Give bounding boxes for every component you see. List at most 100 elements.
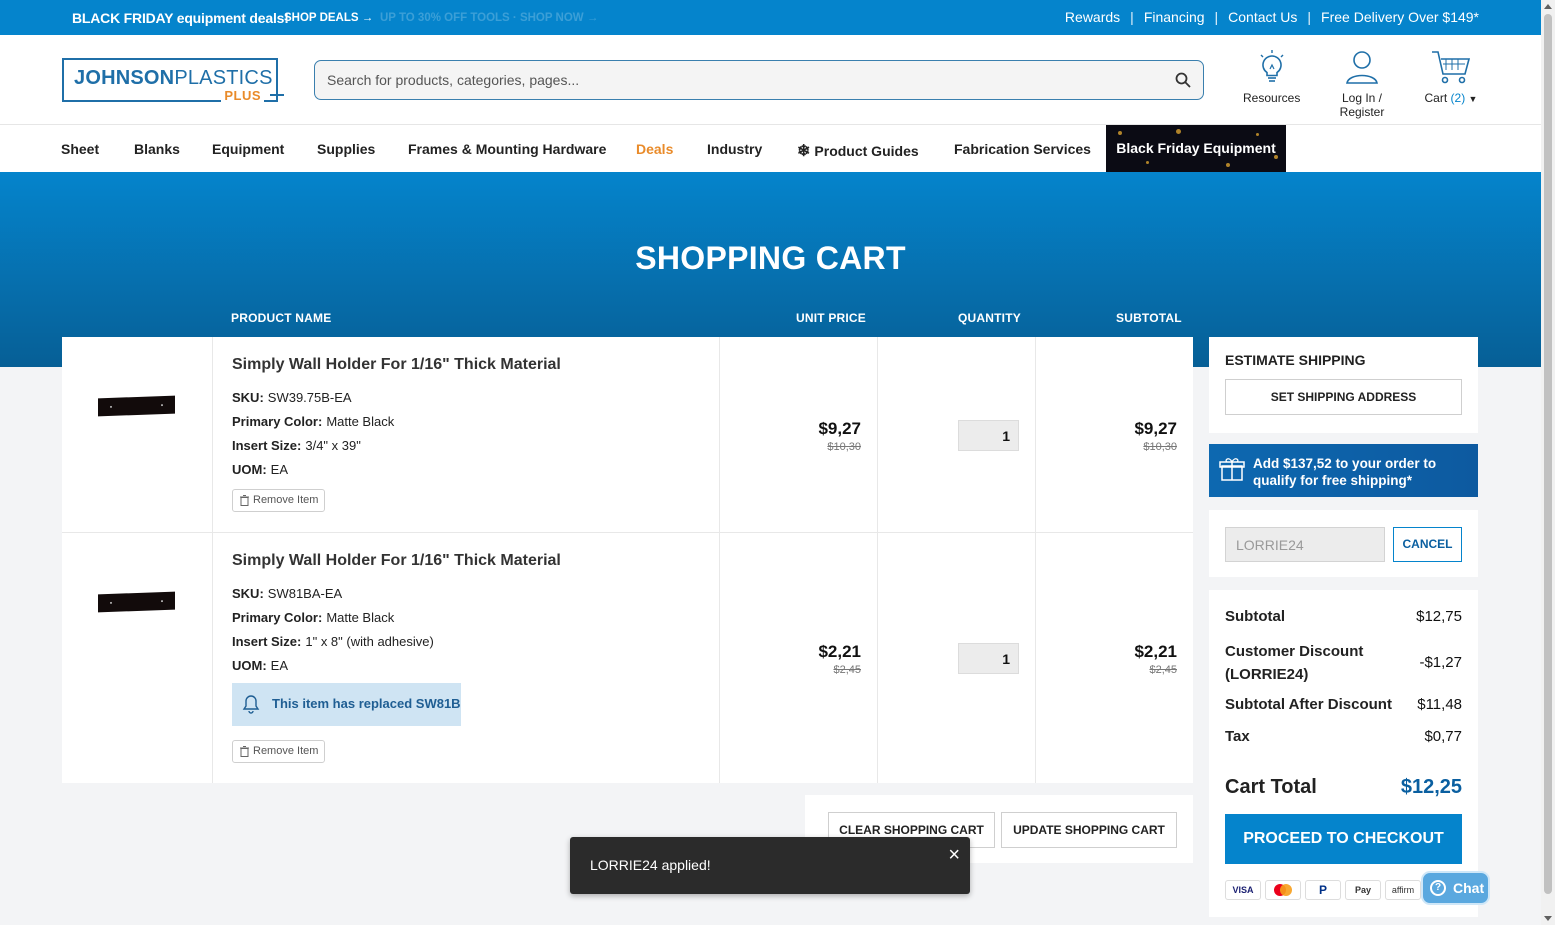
product-uom: UOM: EA: [232, 658, 289, 673]
rewards-link[interactable]: Rewards: [1065, 9, 1120, 25]
free-shipping-banner: Add $137,52 to your order to qualify for…: [1209, 444, 1478, 497]
nav-product-guides[interactable]: ❄ Product Guides: [797, 141, 919, 161]
cancel-coupon-button[interactable]: CANCEL: [1393, 527, 1462, 562]
row-subtotal: $2,21: [1134, 642, 1177, 661]
summary-after-discount: Subtotal After Discount $11,48: [1225, 696, 1462, 713]
estimate-shipping-panel: ESTIMATE SHIPPING SET SHIPPING ADDRESS: [1209, 337, 1478, 433]
scroll-down-icon[interactable]: [1544, 916, 1552, 921]
nav-supplies[interactable]: Supplies: [317, 141, 375, 157]
summary-discount: Customer Discount (LORRIE24) -$1,27: [1225, 643, 1462, 683]
user-icon: [1346, 51, 1378, 84]
promo-faded-text: UP TO 30% OFF TOOLS · SHOP NOW →: [380, 12, 599, 24]
chat-button[interactable]: ? Chat: [1421, 871, 1490, 905]
remove-item-button[interactable]: Remove Item: [232, 740, 325, 763]
financing-link[interactable]: Financing: [1144, 9, 1205, 25]
login-register-button[interactable]: Log In / Register: [1318, 49, 1406, 119]
logo-thin: PLASTICS: [174, 67, 273, 89]
estimate-shipping-title: ESTIMATE SHIPPING: [1225, 352, 1366, 368]
help-icon: ?: [1430, 880, 1446, 896]
cart-total: Cart Total $12,25: [1225, 776, 1462, 798]
nav-black-friday-equipment[interactable]: Black Friday Equipment: [1106, 125, 1286, 172]
shop-deals-link[interactable]: SHOP DEALS →: [284, 12, 373, 24]
trash-icon: [240, 746, 249, 757]
scroll-up-icon[interactable]: [1544, 4, 1552, 9]
product-name[interactable]: Simply Wall Holder For 1/16" Thick Mater…: [232, 552, 561, 570]
col-quantity: QUANTITY: [958, 311, 1021, 325]
cart-count: (2): [1450, 91, 1466, 105]
gift-icon: [1219, 458, 1245, 481]
row-subtotal-old: $10,30: [1143, 441, 1177, 453]
remove-item-label: Remove Item: [253, 745, 319, 757]
snowflake-icon: ❄: [797, 143, 811, 160]
visa-icon: VISA: [1225, 880, 1261, 900]
product-image[interactable]: [98, 395, 175, 417]
quantity-input[interactable]: [958, 643, 1019, 674]
col-unit-price: UNIT PRICE: [796, 311, 867, 325]
logo-sub: PLUS: [221, 88, 264, 103]
search-icon[interactable]: [1175, 72, 1191, 88]
remove-item-button[interactable]: Remove Item: [232, 489, 325, 512]
pay-icon: Pay: [1345, 880, 1381, 900]
cart-table: Simply Wall Holder For 1/16" Thick Mater…: [62, 337, 1193, 783]
cart-row: Simply Wall Holder For 1/16" Thick Mater…: [62, 337, 1193, 533]
trash-icon: [240, 495, 249, 506]
main-nav: Sheet Blanks Equipment Supplies Frames &…: [0, 125, 1541, 172]
summary-tax: Tax $0,77: [1225, 728, 1462, 745]
col-product-name: PRODUCT NAME: [231, 311, 332, 325]
nav-sheet[interactable]: Sheet: [61, 141, 99, 157]
cart-total-value: $12,25: [1400, 776, 1462, 798]
search-bar: [314, 60, 1204, 100]
chevron-down-icon: ▼: [1468, 94, 1478, 104]
logo-bold: JOHNSON: [74, 67, 175, 89]
col-subtotal: SUBTOTAL: [1116, 311, 1182, 325]
logo-plus-icon: [270, 88, 284, 102]
login-label: Log In / Register: [1339, 91, 1385, 119]
close-icon[interactable]: ×: [948, 837, 960, 874]
coupon-panel: CANCEL: [1209, 510, 1478, 577]
unit-price-old: $2,45: [833, 664, 861, 676]
free-shipping-text: Add $137,52 to your order to qualify for…: [1253, 456, 1437, 488]
toast-message: LORRIE24 applied!: [590, 857, 711, 873]
update-cart-button[interactable]: UPDATE SHOPPING CART: [1001, 812, 1177, 848]
toast-notification: LORRIE24 applied! ×: [570, 837, 970, 894]
site-logo[interactable]: JOHNSONPLASTICS PLUS: [62, 58, 284, 103]
unit-price: $2,21: [818, 642, 861, 661]
nav-equipment[interactable]: Equipment: [212, 141, 284, 157]
promo-bar: BLACK FRIDAY equipment deals! SHOP DEALS…: [0, 0, 1541, 35]
nav-deals[interactable]: Deals: [636, 141, 673, 157]
unit-price: $9,27: [818, 419, 861, 438]
quantity-input[interactable]: [958, 420, 1019, 451]
proceed-to-checkout-button[interactable]: PROCEED TO CHECKOUT: [1225, 814, 1462, 864]
nav-product-guides-label: Product Guides: [814, 143, 919, 159]
cart-label: Cart: [1424, 91, 1448, 105]
free-delivery-link[interactable]: Free Delivery Over $149*: [1321, 9, 1479, 25]
chat-label: Chat: [1453, 880, 1485, 896]
paypal-icon: P: [1305, 880, 1341, 900]
product-insert-size: Insert Size: 3/4" x 39": [232, 438, 361, 453]
free-shipping-amount: $137,52: [1283, 456, 1332, 471]
product-uom: UOM: EA: [232, 462, 289, 477]
scrollbar-thumb[interactable]: [1544, 14, 1552, 894]
cart-icon: [1432, 51, 1471, 84]
order-summary-panel: Subtotal $12,75 Customer Discount (LORRIE2…: [1209, 590, 1478, 917]
resources-button[interactable]: Resources: [1243, 49, 1300, 105]
nav-fabrication-services[interactable]: Fabrication Services: [954, 141, 1091, 157]
product-name[interactable]: Simply Wall Holder For 1/16" Thick Mater…: [232, 356, 561, 374]
search-input[interactable]: [315, 61, 1155, 99]
replaced-notice: This item has replaced SW81B: [232, 683, 461, 726]
row-subtotal: $9,27: [1134, 419, 1177, 438]
promo-text: BLACK FRIDAY equipment deals!: [72, 10, 289, 26]
scrollbar[interactable]: [1541, 0, 1555, 925]
product-color: Primary Color: Matte Black: [232, 414, 395, 429]
nav-frames-mounting[interactable]: Frames & Mounting Hardware: [408, 141, 606, 157]
contact-us-link[interactable]: Contact Us: [1228, 9, 1297, 25]
remove-item-label: Remove Item: [253, 494, 319, 506]
set-shipping-address-button[interactable]: SET SHIPPING ADDRESS: [1225, 379, 1462, 415]
cart-button[interactable]: Cart (2) ▼: [1424, 49, 1478, 105]
nav-blanks[interactable]: Blanks: [134, 141, 180, 157]
nav-industry[interactable]: Industry: [707, 141, 762, 157]
resources-label: Resources: [1243, 91, 1301, 105]
product-insert-size: Insert Size: 1" x 8" (with adhesive): [232, 634, 434, 649]
product-image[interactable]: [98, 591, 175, 613]
coupon-input[interactable]: [1225, 527, 1385, 562]
